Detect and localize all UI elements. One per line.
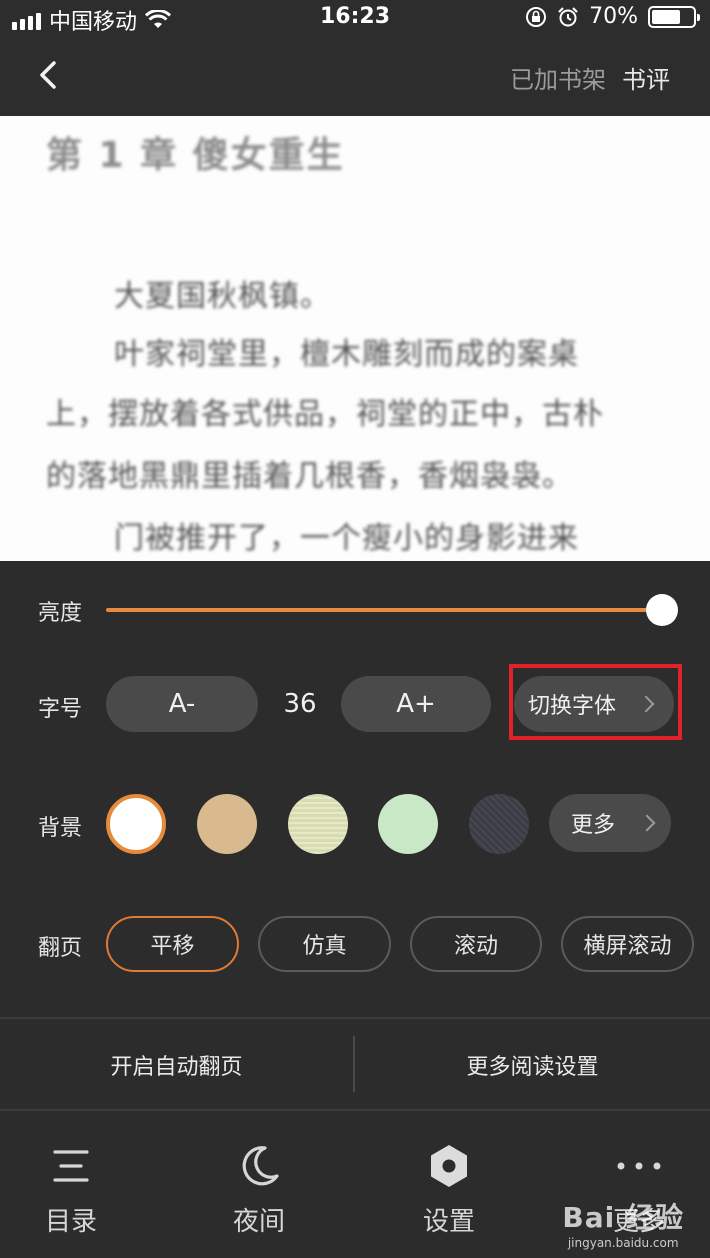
reading-settings-panel: 亮度 字号 A- 36 A+ 切换字体 背景 更多 翻页 平移 仿真 滚动 横屏… bbox=[0, 561, 710, 1258]
divider bbox=[0, 1109, 710, 1111]
brightness-slider-track[interactable] bbox=[106, 608, 662, 612]
baidu-jingyan-watermark: Bai 经验 jingyan.baidu.com bbox=[562, 1196, 684, 1250]
status-right: 70% bbox=[525, 4, 700, 29]
battery-percent: 70% bbox=[589, 4, 638, 29]
status-bar: 中国移动 16:23 70% bbox=[0, 0, 710, 36]
reader-content[interactable]: 第 1 章 傻女重生 大夏国秋枫镇。 叶家祠堂里，檀木雕刻而成的案桌 上，摆放着… bbox=[0, 116, 710, 561]
page-turn-landscape-scroll[interactable]: 横屏滚动 bbox=[561, 916, 694, 972]
background-swatch-white[interactable] bbox=[106, 794, 166, 854]
nav-night-mode-label: 夜间 bbox=[232, 1207, 285, 1237]
auto-page-turn-button[interactable]: 开启自动翻页 bbox=[0, 1049, 353, 1081]
nav-night-mode[interactable]: 夜间 bbox=[199, 1141, 319, 1238]
page-turn-label: 翻页 bbox=[38, 936, 83, 961]
battery-icon bbox=[648, 5, 700, 28]
font-size-value: 36 bbox=[283, 689, 317, 719]
header-actions: 已加书架 书评 bbox=[510, 60, 670, 95]
more-backgrounds-button[interactable]: 更多 bbox=[549, 794, 671, 852]
book-review-button[interactable]: 书评 bbox=[622, 60, 670, 95]
more-backgrounds-label: 更多 bbox=[571, 813, 616, 838]
text-line-5: 门被推开了，一个瘦小的身影进来 bbox=[114, 521, 579, 556]
brightness-label: 亮度 bbox=[38, 601, 83, 626]
page-turn-scroll[interactable]: 滚动 bbox=[410, 916, 542, 972]
background-swatch-dark[interactable] bbox=[469, 794, 529, 854]
background-swatch-pale-green[interactable] bbox=[288, 794, 348, 854]
highlight-annotation-box bbox=[509, 664, 682, 740]
nav-settings-label: 设置 bbox=[422, 1207, 475, 1237]
page-turn-slide[interactable]: 平移 bbox=[106, 916, 239, 972]
more-dots-icon bbox=[579, 1141, 699, 1191]
orientation-lock-icon bbox=[526, 6, 547, 27]
font-size-label: 字号 bbox=[38, 697, 83, 722]
background-label: 背景 bbox=[38, 816, 83, 841]
nav-catalog[interactable]: 目录 bbox=[11, 1141, 131, 1238]
reader-header: 已加书架 书评 bbox=[0, 36, 710, 116]
menu-lines-icon bbox=[11, 1141, 131, 1191]
hexagon-gear-icon bbox=[389, 1141, 509, 1191]
nav-catalog-label: 目录 bbox=[44, 1207, 97, 1237]
more-reading-settings-button[interactable]: 更多阅读设置 bbox=[355, 1049, 710, 1081]
text-line-4: 的落地黑鼎里插着几根香，香烟袅袅。 bbox=[46, 459, 573, 494]
font-increase-button[interactable]: A+ bbox=[341, 676, 491, 732]
added-to-shelf-button[interactable]: 已加书架 bbox=[510, 60, 606, 95]
background-swatch-mint[interactable] bbox=[378, 794, 438, 854]
back-chevron-icon[interactable] bbox=[36, 60, 62, 90]
chapter-title: 第 1 章 傻女重生 bbox=[46, 135, 345, 176]
font-decrease-button[interactable]: A- bbox=[106, 676, 258, 732]
text-line-2: 叶家祠堂里，檀木雕刻而成的案桌 bbox=[114, 337, 579, 372]
moon-icon bbox=[199, 1141, 319, 1191]
chevron-right-icon bbox=[638, 814, 656, 832]
brightness-slider-thumb[interactable] bbox=[646, 594, 678, 626]
watermark-url: jingyan.baidu.com bbox=[567, 1236, 679, 1250]
battery-fill bbox=[652, 9, 680, 24]
page-turn-simulate[interactable]: 仿真 bbox=[258, 916, 391, 972]
alarm-icon bbox=[558, 6, 578, 26]
divider bbox=[0, 1017, 710, 1019]
text-line-3: 上，摆放着各式供品，祠堂的正中，古朴 bbox=[46, 397, 604, 432]
nav-settings[interactable]: 设置 bbox=[389, 1141, 509, 1238]
background-swatch-tan[interactable] bbox=[197, 794, 257, 854]
watermark-brand: Bai 经验 bbox=[562, 1201, 684, 1234]
text-line-1: 大夏国秋枫镇。 bbox=[114, 279, 331, 314]
